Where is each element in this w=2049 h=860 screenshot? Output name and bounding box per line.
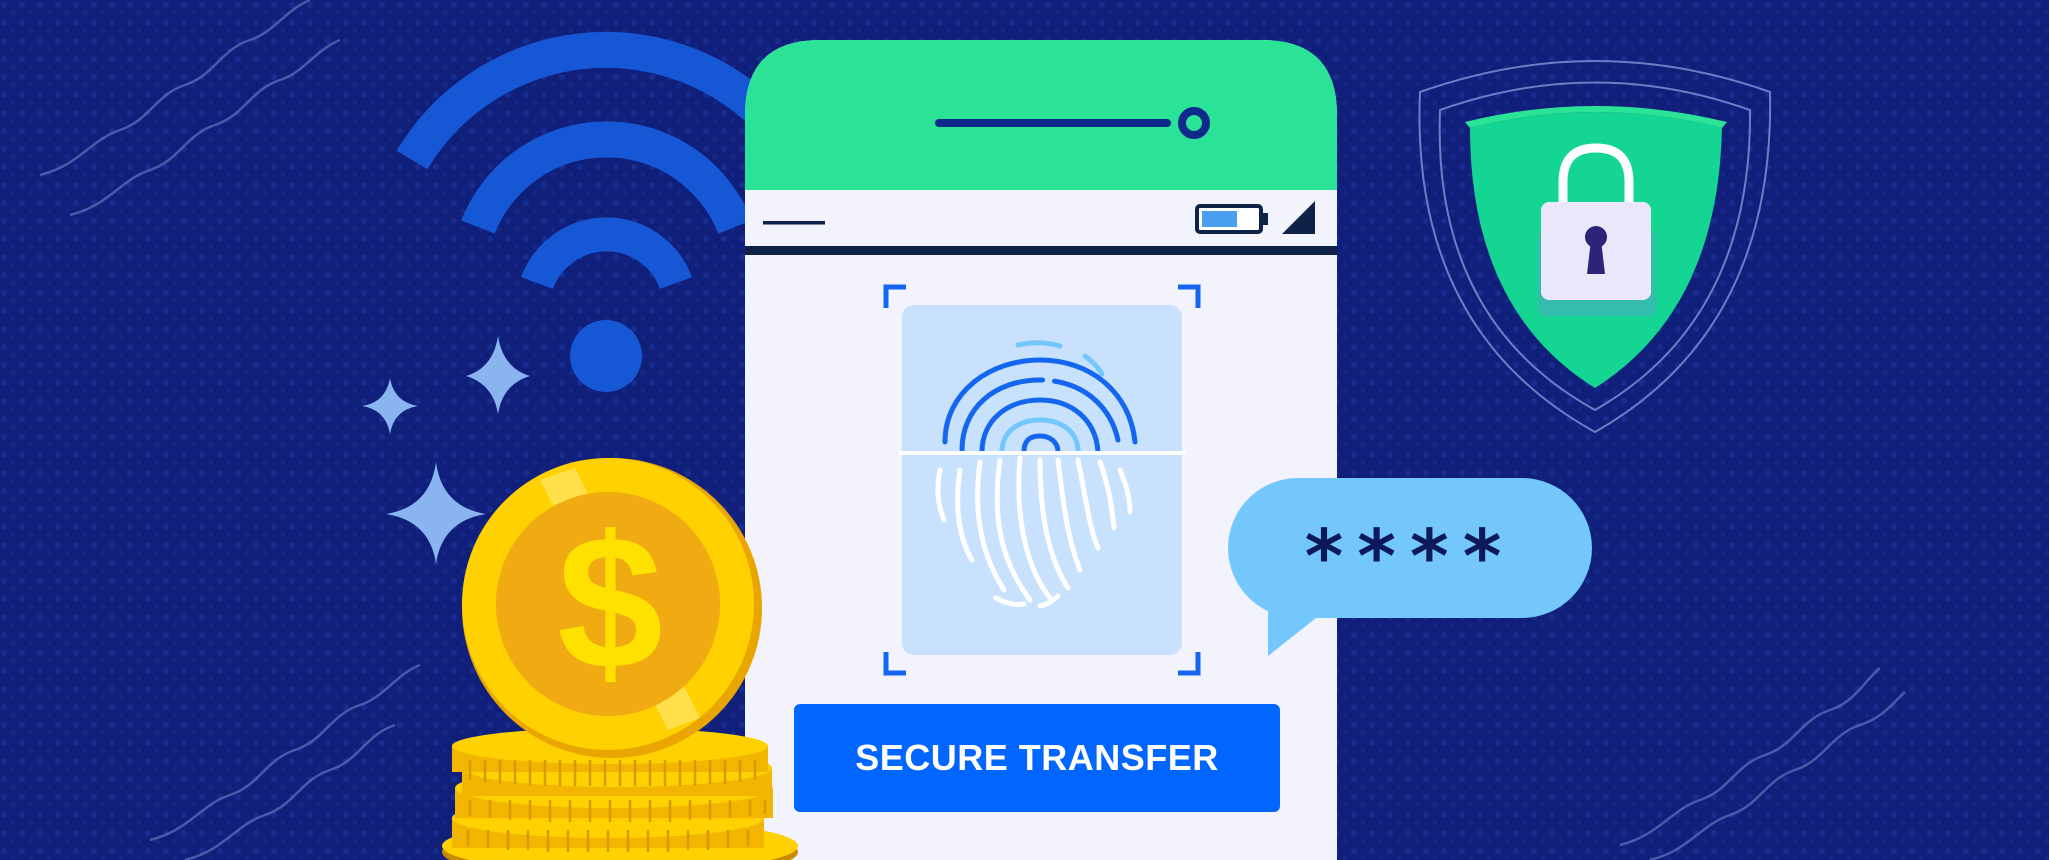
coin-dollar-icon: $ xyxy=(462,458,762,758)
svg-text:$: $ xyxy=(557,497,663,709)
scan-line xyxy=(898,451,1186,455)
menu-line xyxy=(763,221,825,225)
secure-transfer-button[interactable]: SECURE TRANSFER xyxy=(794,704,1280,812)
phone-header xyxy=(745,40,1337,190)
phone-divider xyxy=(745,246,1337,255)
wifi-dot xyxy=(570,320,642,392)
battery-icon xyxy=(1195,204,1268,234)
password-bubble-text: **** xyxy=(1304,514,1516,600)
illustration-scene: $ SECURE TRANSFER **** xyxy=(0,0,2049,860)
phone-speaker xyxy=(935,119,1171,127)
